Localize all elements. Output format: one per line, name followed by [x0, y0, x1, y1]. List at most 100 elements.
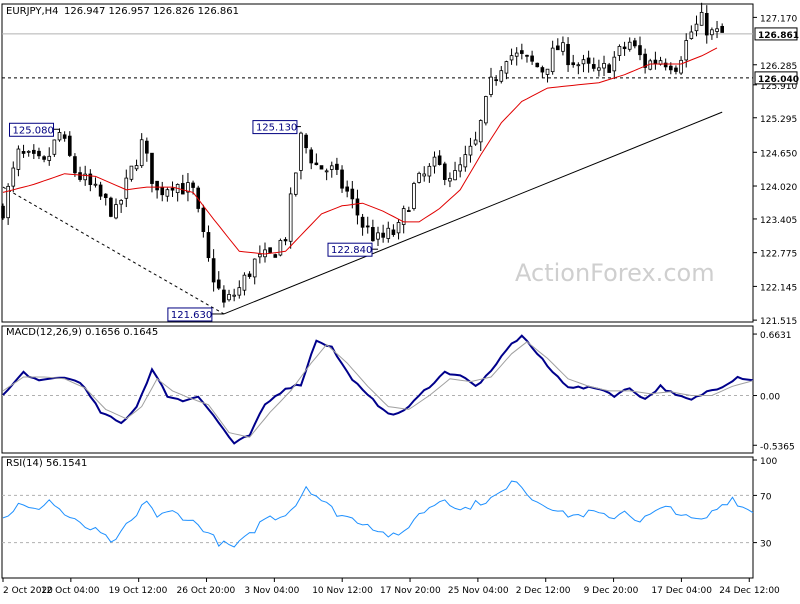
candle-body [674, 67, 678, 72]
candle-body [247, 273, 252, 277]
candle-body [412, 183, 416, 209]
y-tick-label: 127.170 [760, 14, 797, 24]
candle-body [350, 188, 355, 200]
candle-body [463, 154, 468, 168]
x-tick-label: 19 Oct 12:00 [109, 586, 168, 596]
chart-window: ActionForex.com 127.170 126.285 125.910 125… [0, 0, 800, 600]
candle-body [119, 199, 123, 205]
price-tag-label: 126.040 [758, 75, 799, 85]
candle-body [694, 23, 699, 32]
candle-body [427, 165, 432, 177]
annotation-label: 125.080 [13, 125, 54, 136]
rsi-line [2, 480, 754, 548]
symbol-label: EURJPY,H4 [6, 6, 59, 17]
candle-body [715, 28, 719, 32]
candle-body [42, 156, 46, 160]
candle-body [545, 68, 550, 75]
candle-body [633, 40, 637, 47]
candle-body [314, 162, 319, 166]
candle-body [561, 42, 565, 52]
candle-body [11, 167, 16, 187]
candle-body [448, 177, 452, 182]
candle-body [134, 165, 139, 170]
candle-body [566, 44, 570, 66]
x-tick-label: 12 Oct 04:00 [41, 586, 100, 596]
candle-body [679, 59, 683, 74]
x-tick-label: 9 Dec 20:00 [584, 586, 639, 596]
y-tick-label: 0.00 [760, 393, 780, 403]
candle-body [668, 65, 673, 71]
candle-body [37, 150, 41, 157]
y-tick-label: 122.775 [760, 250, 797, 260]
candle-body [391, 229, 396, 235]
candle-body [278, 240, 283, 256]
candle-body [371, 227, 375, 242]
signal-line [2, 341, 754, 438]
candle-body [340, 169, 344, 189]
candle-body [535, 62, 540, 68]
candle-body [530, 55, 534, 62]
candle-body [258, 253, 262, 258]
candle-body [335, 163, 339, 170]
x-tick-label: 17 Dec 04:00 [651, 586, 712, 596]
candle-body [555, 45, 560, 51]
candle-body [252, 258, 257, 278]
candle-body [216, 279, 221, 289]
candle-body [520, 50, 524, 54]
candle-body [98, 184, 103, 197]
price-tag-label: 126.861 [758, 31, 799, 41]
x-tick-label: 17 Nov 20:00 [380, 586, 441, 596]
x-tick-label: 24 Dec 12:00 [719, 586, 780, 596]
candle-body [170, 187, 175, 191]
candle-body [365, 225, 370, 228]
candle-body [514, 52, 519, 57]
candle-body [540, 67, 545, 73]
candle-body [160, 186, 165, 196]
candle-body [591, 64, 596, 69]
candle-body [437, 155, 442, 165]
candle-body [355, 198, 360, 216]
candle-body [211, 258, 216, 283]
y-tick-label: 0.6631 [760, 331, 792, 341]
ohlc-values: 126.947 126.957 126.826 126.861 [64, 6, 239, 17]
candle-body [581, 59, 586, 65]
candle-body [571, 62, 576, 66]
candle-body [1, 205, 5, 219]
candle-body [57, 132, 62, 141]
candle-body [293, 172, 298, 195]
candle-body [473, 139, 478, 145]
candle-body [499, 70, 504, 82]
candle-body [124, 177, 129, 199]
candle-body [129, 165, 134, 180]
candle-body [32, 149, 36, 154]
candle-body [432, 156, 437, 167]
candle-body [689, 31, 694, 39]
candle-body [458, 164, 463, 172]
candle-body [62, 134, 67, 139]
y-tick-label: 70 [760, 492, 772, 502]
candle-body [242, 274, 247, 291]
candle-body [222, 289, 226, 303]
candle-body [422, 173, 427, 177]
candle-body [699, 11, 704, 26]
candle-body [489, 76, 493, 95]
candle-body [396, 222, 401, 234]
candle-body [273, 254, 278, 258]
chart-svg: ActionForex.com 127.170126.285125.910125… [1, 2, 799, 596]
candle-body [597, 67, 601, 71]
candle-body [206, 232, 211, 259]
candle-body [299, 132, 303, 171]
candle-body [622, 46, 627, 50]
candle-body [78, 172, 82, 180]
candle-body [165, 189, 170, 197]
pane-frame [1, 325, 754, 454]
candle-body [360, 216, 365, 228]
candle-body [93, 183, 98, 186]
candle-body [602, 62, 606, 69]
candle-body [345, 186, 349, 192]
candle-body [627, 41, 632, 50]
candle-body [638, 45, 642, 56]
candle-body [155, 180, 159, 191]
candle-body [309, 149, 314, 164]
candle-body [16, 148, 21, 170]
